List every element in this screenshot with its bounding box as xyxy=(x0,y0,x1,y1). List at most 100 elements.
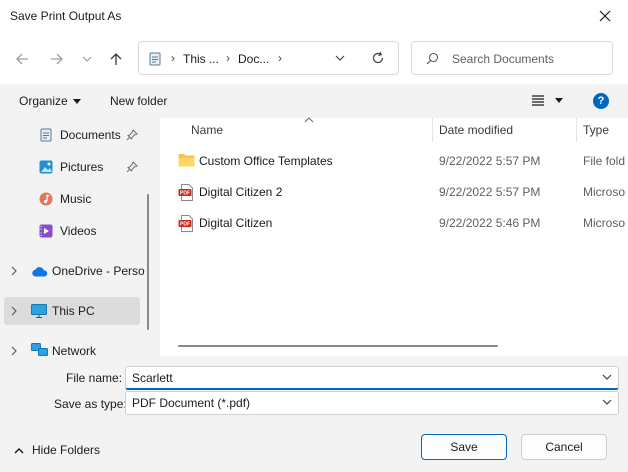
chevron-down-icon[interactable] xyxy=(602,374,612,381)
file-name-label: File name: xyxy=(66,371,123,385)
arrow-right-icon xyxy=(51,53,63,65)
list-view-icon xyxy=(532,95,544,106)
close-icon xyxy=(599,10,611,22)
arrow-up-icon xyxy=(110,53,122,65)
file-row[interactable]: PDF Digital Citizen 2 9/22/2022 5:57 PM … xyxy=(160,177,628,207)
view-options-button[interactable] xyxy=(530,93,564,110)
address-history-chevron-icon[interactable] xyxy=(335,53,345,63)
music-icon xyxy=(39,192,53,206)
save-dialog: Save Print Output As › This ... › Doc...… xyxy=(0,0,628,472)
caret-down-icon xyxy=(72,99,81,105)
arrow-left-icon xyxy=(16,53,28,65)
column-header-type[interactable]: Type xyxy=(583,118,609,142)
onedrive-icon xyxy=(32,267,48,277)
breadcrumb-documents[interactable]: Doc... xyxy=(238,52,269,66)
save-as-type-value: PDF Document (*.pdf) xyxy=(132,396,251,410)
pdf-icon: PDF xyxy=(178,215,193,232)
breadcrumb-separator-icon: › xyxy=(278,51,282,65)
nav-label: Documents xyxy=(60,128,121,142)
chevron-right-icon[interactable] xyxy=(10,306,18,316)
file-name: Digital Citizen xyxy=(199,216,273,230)
pictures-icon xyxy=(39,160,53,174)
file-list: Name Date modified Type Custom Office Te… xyxy=(160,117,628,356)
this-pc-icon xyxy=(31,304,47,318)
network-icon xyxy=(31,343,48,356)
nav-item-pictures[interactable]: Pictures xyxy=(0,153,145,181)
documents-icon xyxy=(40,128,52,142)
window-title: Save Print Output As xyxy=(10,9,122,23)
breadcrumb-separator-icon: › xyxy=(226,51,230,65)
save-as-type-select[interactable]: PDF Document (*.pdf) xyxy=(125,391,619,415)
chevron-right-icon[interactable] xyxy=(10,346,18,356)
nav-item-documents[interactable]: Documents xyxy=(0,121,145,149)
chevron-down-icon xyxy=(602,399,612,405)
nav-item-music[interactable]: Music xyxy=(0,185,145,213)
file-name: Digital Citizen 2 xyxy=(199,185,283,199)
pin-icon xyxy=(126,161,138,173)
sort-ascending-icon xyxy=(304,117,314,123)
up-button[interactable] xyxy=(106,49,126,69)
nav-label: Pictures xyxy=(60,160,104,174)
nav-item-this-pc[interactable]: This PC xyxy=(4,297,140,325)
save-as-type-label: Save as type: xyxy=(54,397,127,411)
file-type: File fold xyxy=(583,154,626,168)
refresh-icon[interactable] xyxy=(371,51,385,65)
nav-label: Music xyxy=(60,192,92,206)
save-button[interactable]: Save xyxy=(421,434,507,460)
file-type: Microso xyxy=(583,185,626,199)
videos-icon xyxy=(39,224,53,238)
chevron-down-icon xyxy=(82,56,92,62)
search-box[interactable]: Search Documents xyxy=(411,41,613,75)
column-header-name[interactable]: Name xyxy=(191,118,223,142)
organize-button[interactable]: Organize xyxy=(19,94,81,108)
nav-label: Videos xyxy=(60,224,97,238)
documents-location-icon xyxy=(149,52,161,66)
search-placeholder: Search Documents xyxy=(452,52,555,66)
file-row[interactable]: Custom Office Templates 9/22/2022 5:57 P… xyxy=(160,146,628,176)
breadcrumb-this-pc[interactable]: This ... xyxy=(183,52,219,66)
navigation-pane-scrollbar[interactable] xyxy=(147,194,149,330)
file-name-value: Scarlett xyxy=(132,371,173,385)
file-list-horizontal-scrollbar[interactable] xyxy=(178,345,498,347)
nav-item-videos[interactable]: Videos xyxy=(0,217,145,245)
navigation-bar: › This ... › Doc... › Search Documents xyxy=(0,32,628,84)
nav-label: OneDrive - Perso xyxy=(52,264,145,278)
new-folder-button[interactable]: New folder xyxy=(110,94,167,108)
file-name-field[interactable]: Scarlett xyxy=(125,366,619,390)
nav-label: Network xyxy=(52,344,97,356)
chevron-right-icon[interactable] xyxy=(10,266,18,276)
navigation-pane: Documents Pictures Music Videos OneDrive… xyxy=(0,118,158,356)
forward-button[interactable] xyxy=(47,49,67,69)
nav-label: This PC xyxy=(52,304,95,318)
column-divider[interactable] xyxy=(432,118,433,142)
svg-text:PDF: PDF xyxy=(180,191,190,197)
chevron-up-icon xyxy=(14,447,24,453)
help-button[interactable]: ? xyxy=(593,93,609,109)
hide-folders-button[interactable]: Hide Folders xyxy=(14,443,100,457)
recent-locations-button[interactable] xyxy=(77,49,97,69)
title-bar: Save Print Output As xyxy=(0,0,628,32)
close-button[interactable] xyxy=(582,0,628,32)
hide-folders-label: Hide Folders xyxy=(32,443,101,457)
command-bar: Organize New folder ? xyxy=(0,84,628,118)
svg-text:PDF: PDF xyxy=(180,222,190,228)
cancel-button[interactable]: Cancel xyxy=(521,434,607,460)
folder-icon xyxy=(178,154,195,167)
nav-item-onedrive[interactable]: OneDrive - Perso xyxy=(0,257,145,285)
file-name: Custom Office Templates xyxy=(199,154,333,168)
file-date: 9/22/2022 5:57 PM xyxy=(439,154,541,168)
file-type: Microso xyxy=(583,216,626,230)
nav-item-network[interactable]: Network xyxy=(0,337,145,356)
caret-down-icon xyxy=(555,98,564,103)
pdf-icon: PDF xyxy=(178,184,193,201)
column-header-date-modified[interactable]: Date modified xyxy=(439,118,513,142)
file-date: 9/22/2022 5:46 PM xyxy=(439,216,541,230)
file-row[interactable]: PDF Digital Citizen 9/22/2022 5:46 PM Mi… xyxy=(160,208,628,238)
save-form: File name: Scarlett Save as type: PDF Do… xyxy=(0,356,628,472)
address-bar[interactable]: › This ... › Doc... › xyxy=(138,41,399,75)
back-button[interactable] xyxy=(12,49,32,69)
search-icon xyxy=(426,52,439,65)
organize-label: Organize xyxy=(19,94,68,108)
column-divider[interactable] xyxy=(576,118,577,142)
file-date: 9/22/2022 5:57 PM xyxy=(439,185,541,199)
